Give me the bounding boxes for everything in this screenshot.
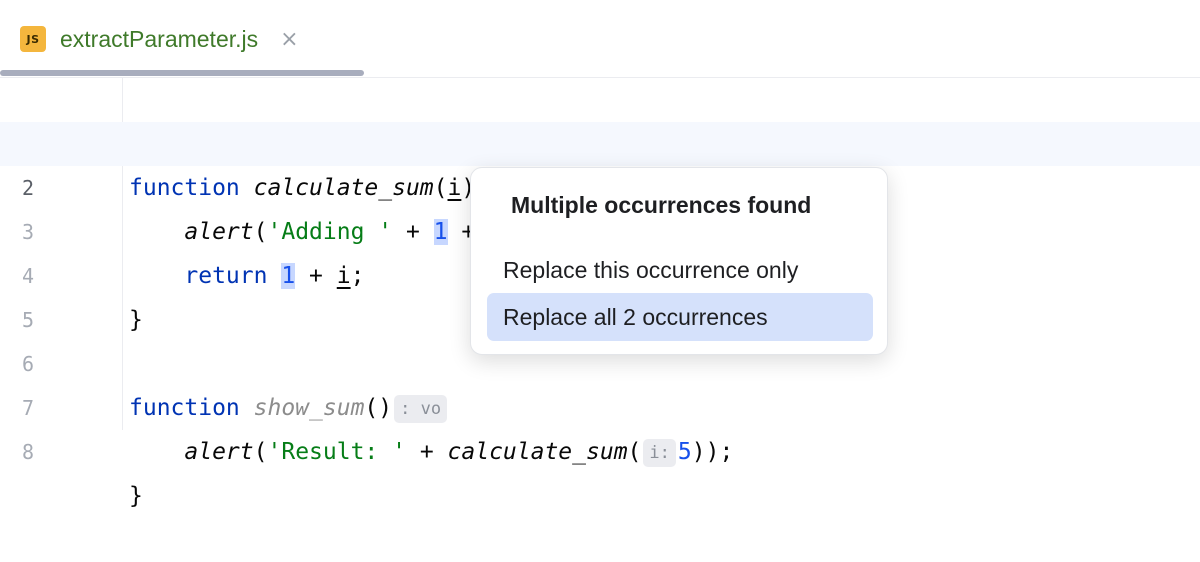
active-tab-indicator [0,70,364,76]
editor-tab-bar: JS extractParameter.js × [0,0,1200,78]
popup-title: Multiple occurrences found [511,192,812,218]
code-line[interactable]: 8 } [0,386,1200,509]
close-icon[interactable]: × [280,27,298,52]
javascript-file-icon: JS [20,26,46,52]
code-text: } [129,483,143,509]
code-line-current[interactable]: 2 alert('Adding ' + 1 + ' to ' + i); [0,122,1200,245]
line-number: 8 [22,440,35,464]
inlay-parameter-hint[interactable]: i: [643,438,676,467]
file-tab[interactable]: JS extractParameter.js × [20,22,299,56]
tab-file-name: extractParameter.js [60,25,259,52]
code-line[interactable]: 1 function calculate_sum(i) { [0,78,1200,201]
code-text: alert('Result: ' + calculate_sum(i: 5)); [184,438,734,467]
replace-this-occurrence-option[interactable]: Replace this occurrence only [487,246,873,294]
replace-all-occurrences-option[interactable]: Replace all 2 occurrences [487,293,873,341]
occurrences-popup: Multiple occurrences found Replace this … [470,167,888,355]
